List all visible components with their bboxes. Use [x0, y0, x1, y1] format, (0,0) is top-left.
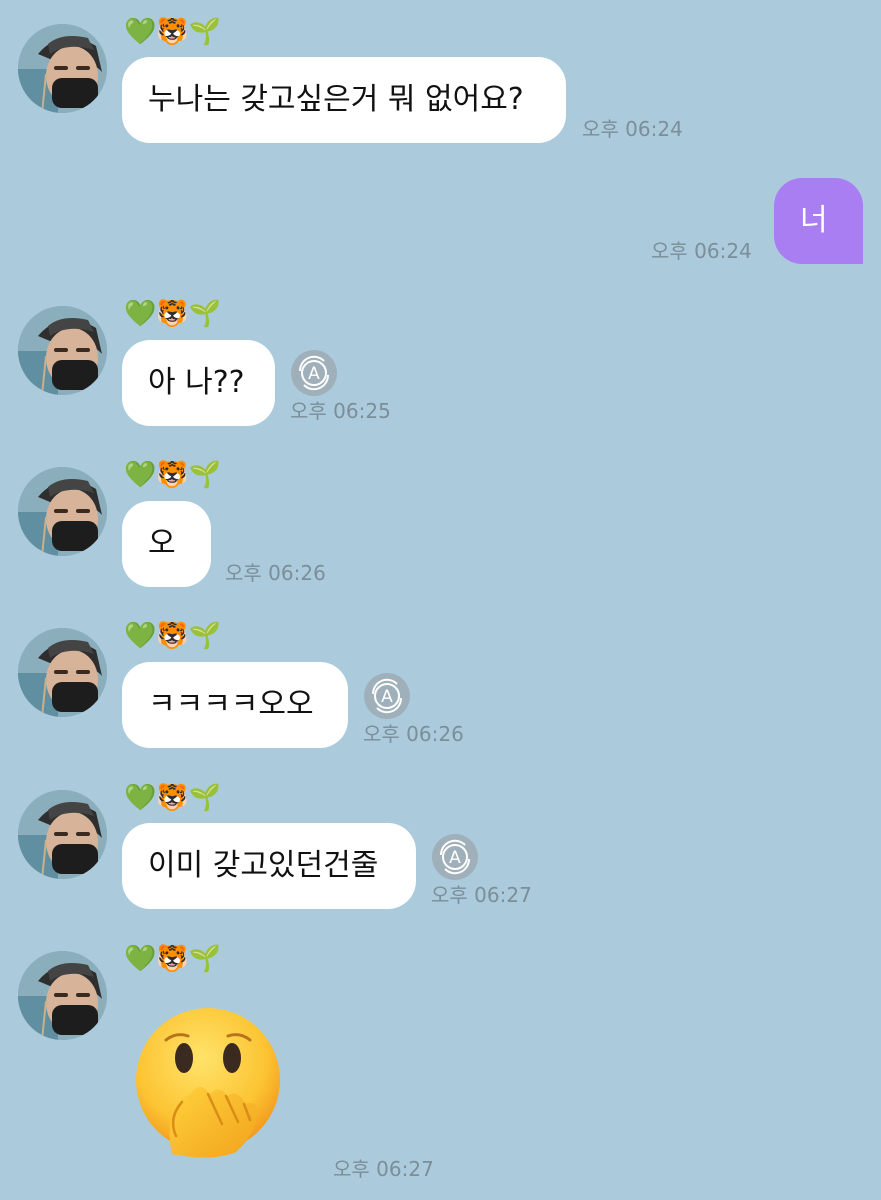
contact-name: 💚🐯🌱 — [124, 621, 222, 651]
message-bubble-outgoing[interactable]: 너 — [774, 178, 863, 264]
translate-letter: A — [449, 848, 461, 868]
contact-avatar[interactable] — [18, 951, 107, 1040]
translate-icon[interactable]: A — [290, 349, 338, 397]
translate-letter: A — [308, 364, 320, 384]
message-timestamp: 오후 06:24 — [582, 117, 683, 141]
contact-name: 💚🐯🌱 — [124, 460, 222, 490]
message-timestamp: 오후 06:27 — [333, 1157, 434, 1181]
contact-name: 💚🐯🌱 — [124, 17, 222, 47]
contact-name: 💚🐯🌱 — [124, 783, 222, 813]
translate-icon[interactable]: A — [363, 672, 411, 720]
message-bubble-incoming[interactable]: 누나는 갖고싶은거 뭐 없어요? — [122, 57, 566, 143]
contact-name: 💚🐯🌱 — [124, 944, 222, 974]
message-bubble-incoming[interactable]: ㅋㅋㅋㅋ오오 — [122, 662, 348, 748]
contact-avatar[interactable] — [18, 467, 107, 556]
message-timestamp: 오후 06:24 — [651, 239, 752, 263]
contact-avatar[interactable] — [18, 24, 107, 113]
message-timestamp: 오후 06:26 — [363, 722, 464, 746]
message-bubble-incoming[interactable]: 아 나?? — [122, 340, 275, 426]
message-bubble-incoming[interactable]: 이미 갖고있던건줄 — [122, 823, 416, 909]
message-timestamp: 오후 06:25 — [290, 399, 391, 423]
message-timestamp: 오후 06:26 — [225, 561, 326, 585]
face-with-hand-over-mouth-emoji[interactable] — [132, 1006, 284, 1158]
message-timestamp: 오후 06:27 — [431, 883, 532, 907]
translate-letter: A — [381, 687, 393, 707]
contact-avatar[interactable] — [18, 306, 107, 395]
translate-icon[interactable]: A — [431, 833, 479, 881]
message-bubble-incoming[interactable]: 오 — [122, 501, 211, 587]
contact-avatar[interactable] — [18, 790, 107, 879]
contact-name: 💚🐯🌱 — [124, 299, 222, 329]
contact-avatar[interactable] — [18, 628, 107, 717]
